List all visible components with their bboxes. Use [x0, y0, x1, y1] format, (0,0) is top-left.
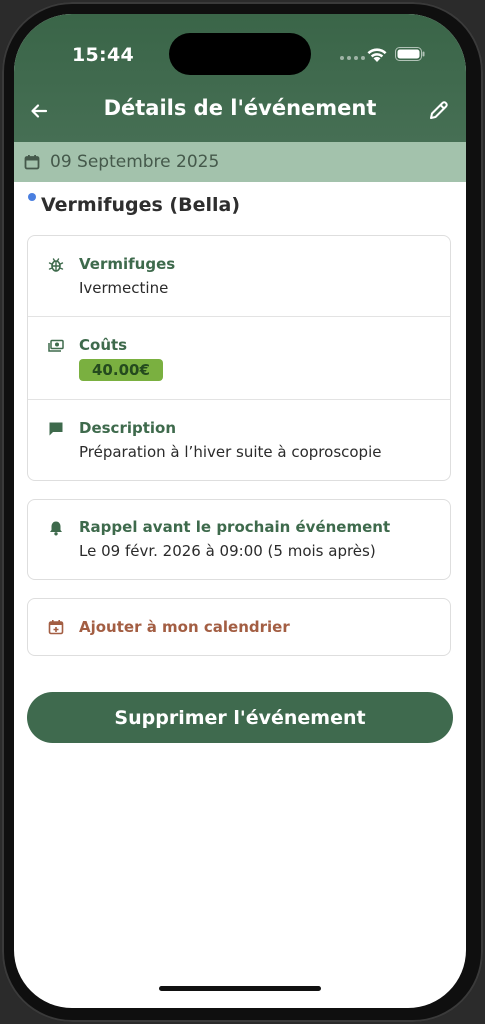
delete-event-button[interactable]: Supprimer l'événement	[27, 692, 453, 743]
money-icon	[48, 339, 64, 352]
description-label: Description	[79, 419, 177, 437]
wifi-icon	[367, 48, 387, 62]
battery-icon	[395, 47, 425, 61]
status-time: 15:44	[72, 44, 134, 66]
arrow-left-icon[interactable]	[28, 100, 50, 122]
cost-row: Coûts 40.00€	[28, 316, 450, 399]
calendar-icon	[24, 155, 40, 170]
bell-icon	[50, 521, 62, 536]
cost-badge: 40.00€	[79, 359, 163, 381]
app-header: 15:44 Détails de l'événement	[14, 14, 466, 142]
description-row: Description Préparation à l’hiver suite …	[28, 399, 450, 479]
add-to-calendar-card[interactable]: Ajouter à mon calendrier	[27, 598, 451, 656]
home-indicator[interactable]	[159, 986, 321, 991]
event-color-dot	[28, 193, 36, 201]
page-title: Détails de l'événement	[103, 96, 377, 120]
treatment-value: Ivermectine	[79, 279, 169, 297]
description-value: Préparation à l’hiver suite à coproscopi…	[79, 443, 382, 461]
reminder-value: Le 09 févr. 2026 à 09:00 (5 mois après)	[79, 542, 376, 560]
dynamic-island	[169, 33, 311, 75]
treatment-label: Vermifuges	[79, 255, 176, 273]
bug-icon	[48, 258, 64, 272]
event-date: 09 Septembre 2025	[50, 152, 220, 172]
event-title: Vermifuges (Bella)	[41, 194, 241, 216]
device: 15:44 Détails de l'événement 09 Septembr…	[0, 0, 485, 1024]
treatment-row: Vermifuges Ivermectine	[28, 236, 450, 316]
reminder-card: Rappel avant le prochain événement Le 09…	[27, 499, 451, 580]
add-to-calendar-label: Ajouter à mon calendrier	[79, 618, 290, 636]
app-screen: 15:44 Détails de l'événement 09 Septembr…	[14, 14, 466, 1008]
pencil-icon[interactable]	[427, 98, 451, 122]
comment-icon	[49, 422, 63, 436]
signal-icon	[340, 56, 365, 60]
date-bar: 09 Septembre 2025	[14, 142, 466, 182]
details-card: Vermifuges Ivermectine Coûts 40.00€ Desc…	[27, 235, 451, 481]
cost-label: Coûts	[79, 336, 128, 354]
reminder-label: Rappel avant le prochain événement	[79, 518, 391, 536]
calendar-plus-icon	[48, 620, 64, 635]
